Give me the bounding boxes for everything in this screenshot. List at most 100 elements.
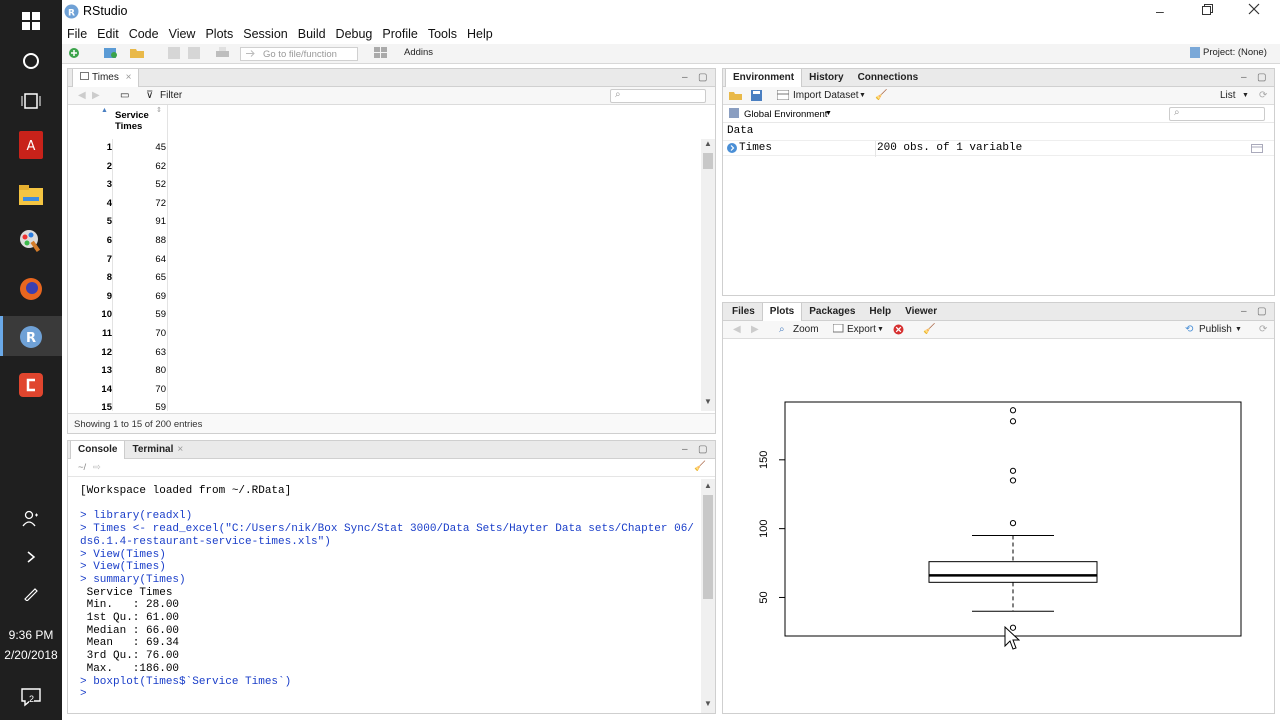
taskbar-date[interactable]: 2/20/2018 xyxy=(0,648,62,662)
paint-icon[interactable] xyxy=(14,224,48,258)
notification-icon[interactable]: 2 xyxy=(14,680,48,714)
env-search-input[interactable]: ⌕ xyxy=(1169,107,1265,121)
global-env-dropdown[interactable]: Global Environment xyxy=(744,109,827,120)
forward-icon[interactable]: ▶ xyxy=(92,90,100,101)
open-file-icon[interactable] xyxy=(130,47,146,62)
menu-profile[interactable]: Profile xyxy=(377,24,422,41)
close-window-icon[interactable] xyxy=(1248,3,1260,18)
publish-icon[interactable]: ⟲ xyxy=(1185,324,1193,335)
table-row[interactable]: 3 52 xyxy=(68,175,168,194)
menu-build[interactable]: Build xyxy=(293,24,331,41)
zoom-icon[interactable]: ⌕ xyxy=(779,324,785,335)
menu-debug[interactable]: Debug xyxy=(331,24,378,41)
prev-plot-icon[interactable]: ◀ xyxy=(733,324,741,335)
grid-layout-icon[interactable] xyxy=(374,47,388,62)
new-file-icon[interactable] xyxy=(68,47,82,62)
tab-environment[interactable]: Environment xyxy=(725,69,803,87)
table-row[interactable]: 4 72 xyxy=(68,194,168,213)
acrobat-icon[interactable]: A xyxy=(14,128,48,162)
print-icon[interactable] xyxy=(216,47,229,62)
table-row[interactable]: 12 63 xyxy=(68,343,168,362)
clear-env-icon[interactable]: 🧹 xyxy=(875,90,887,101)
tab-plots[interactable]: Plots xyxy=(761,303,803,321)
tab-console[interactable]: Console xyxy=(70,441,126,459)
refresh-plot-icon[interactable]: ⟳ xyxy=(1259,324,1267,335)
import-dataset-icon[interactable] xyxy=(776,89,790,103)
remove-plot-icon[interactable] xyxy=(893,324,904,338)
save-icon[interactable] xyxy=(168,47,180,62)
new-project-icon[interactable] xyxy=(104,47,118,62)
menu-help[interactable]: Help xyxy=(462,24,498,41)
menu-plots[interactable]: Plots xyxy=(200,24,238,41)
task-view-icon[interactable] xyxy=(14,84,48,118)
table-row[interactable]: 15 59 xyxy=(68,398,168,411)
filter-button[interactable]: Filter xyxy=(160,90,182,101)
list-view-dropdown[interactable]: List xyxy=(1220,90,1236,101)
minimize-icon[interactable]: – xyxy=(1156,3,1164,19)
minimize-env-icon[interactable]: – xyxy=(1241,72,1247,83)
table-row[interactable]: 13 80 xyxy=(68,361,168,380)
clear-plots-icon[interactable]: 🧹 xyxy=(923,324,935,335)
env-object-row[interactable]: Times 200 obs. of 1 variable xyxy=(723,140,1274,157)
publish-button[interactable]: Publish xyxy=(1199,324,1232,335)
global-env-dropdown-icon[interactable]: ▼ xyxy=(825,110,832,117)
column-sort-icon[interactable]: ⇕ xyxy=(156,106,162,114)
tab-connections[interactable]: Connections xyxy=(851,69,926,87)
source-scroll-thumb[interactable] xyxy=(703,153,713,169)
table-row[interactable]: 14 70 xyxy=(68,380,168,399)
tab-history[interactable]: History xyxy=(802,69,850,87)
refresh-env-icon[interactable]: ⟳ xyxy=(1259,90,1267,101)
tab-files[interactable]: Files xyxy=(725,303,762,321)
sort-icon[interactable]: ▲ xyxy=(101,107,108,114)
table-row[interactable]: 8 65 xyxy=(68,268,168,287)
maximize-pane-icon[interactable]: ▢ xyxy=(698,72,707,83)
publish-dropdown-icon[interactable]: ▼ xyxy=(1235,326,1242,333)
filter-icon[interactable]: ⊽ xyxy=(146,90,153,101)
source-search-input[interactable]: ⌕ xyxy=(610,89,706,103)
list-dropdown-icon[interactable]: ▼ xyxy=(1242,92,1249,99)
menu-session[interactable]: Session xyxy=(238,24,292,41)
menu-tools[interactable]: Tools xyxy=(423,24,462,41)
maximize-plots-icon[interactable]: ▢ xyxy=(1257,306,1266,317)
console-scrollbar[interactable]: ▲ ▼ xyxy=(701,479,715,713)
table-row[interactable]: 10 59 xyxy=(68,305,168,324)
source-scrollbar[interactable]: ▲ ▼ xyxy=(701,139,715,411)
clear-console-icon[interactable]: 🧹 xyxy=(694,461,706,472)
console-scroll-down-icon[interactable]: ▼ xyxy=(704,699,712,708)
zoom-button[interactable]: Zoom xyxy=(793,324,819,335)
close-terminal-icon[interactable]: × xyxy=(177,444,183,455)
menu-code[interactable]: Code xyxy=(124,24,164,41)
scroll-down-icon[interactable]: ▼ xyxy=(704,397,712,406)
menu-file[interactable]: File xyxy=(62,24,92,41)
app-red-icon[interactable] xyxy=(14,368,48,402)
maximize-env-icon[interactable]: ▢ xyxy=(1257,72,1266,83)
export-icon[interactable] xyxy=(832,323,845,337)
table-row[interactable]: 7 64 xyxy=(68,250,168,269)
table-row[interactable]: 2 62 xyxy=(68,157,168,176)
people-icon[interactable] xyxy=(14,502,48,536)
minimize-plots-icon[interactable]: – xyxy=(1241,306,1247,317)
maximize-console-icon[interactable]: ▢ xyxy=(698,444,707,455)
console-output[interactable]: [Workspace loaded from ~/.RData] > librar… xyxy=(68,479,701,713)
goto-dir-icon[interactable]: ⇨ xyxy=(93,462,101,473)
taskbar-time[interactable]: 9:36 PM xyxy=(0,628,62,642)
import-dataset-button[interactable]: Import Dataset xyxy=(793,90,859,101)
next-plot-icon[interactable]: ▶ xyxy=(751,324,759,335)
console-scroll-thumb[interactable] xyxy=(703,495,713,599)
addins-menu[interactable]: Addins xyxy=(404,47,433,58)
table-row[interactable]: 5 91 xyxy=(68,212,168,231)
windows-start-icon[interactable] xyxy=(14,4,48,38)
tab-terminal[interactable]: Terminal × xyxy=(125,441,190,459)
minimize-console-icon[interactable]: – xyxy=(682,444,688,455)
back-icon[interactable]: ◀ xyxy=(78,90,86,101)
file-explorer-icon[interactable] xyxy=(14,178,48,212)
import-dropdown-icon[interactable]: ▼ xyxy=(859,92,866,99)
expand-object-icon[interactable] xyxy=(727,143,737,156)
menu-view[interactable]: View xyxy=(164,24,201,41)
scroll-up-icon[interactable]: ▲ xyxy=(704,139,712,148)
restore-icon[interactable] xyxy=(1202,4,1213,18)
tab-help[interactable]: Help xyxy=(862,303,898,321)
table-row[interactable]: 9 69 xyxy=(68,287,168,306)
load-workspace-icon[interactable] xyxy=(729,90,743,104)
popout-icon[interactable]: ▭ xyxy=(120,90,129,101)
